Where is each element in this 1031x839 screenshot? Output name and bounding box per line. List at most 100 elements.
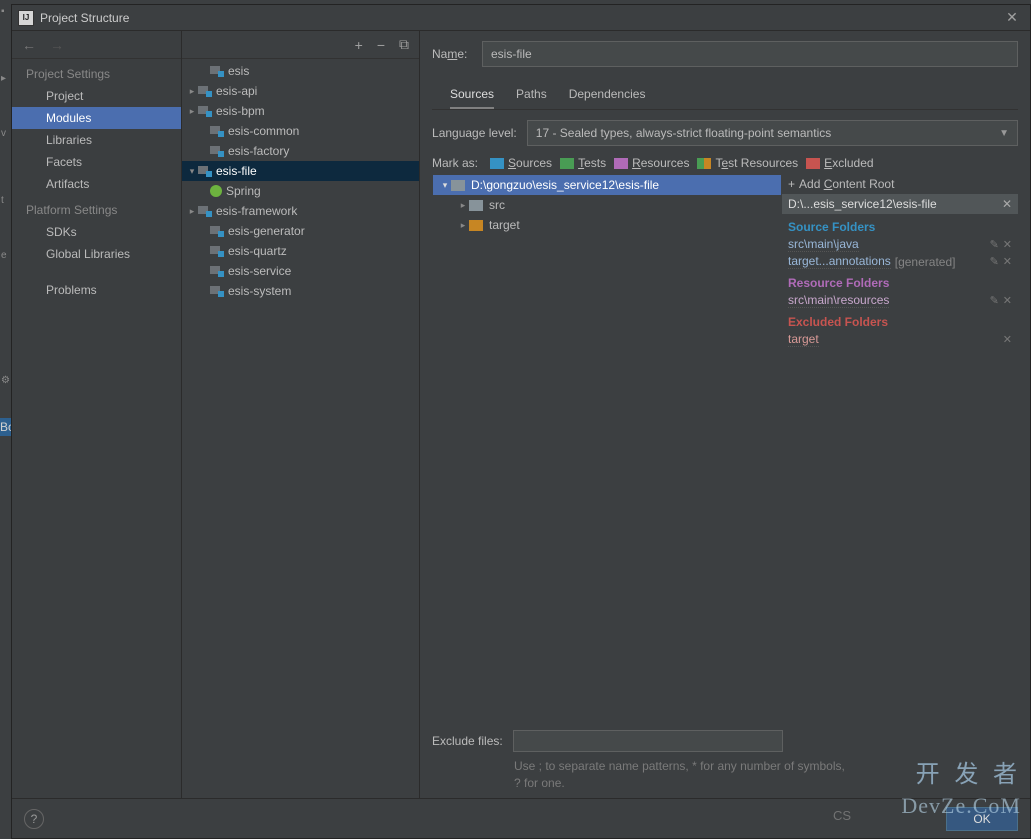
module-icon [210,265,224,277]
module-tree[interactable]: esis esis-api esis-bpm esis-common esis-… [182,59,419,798]
resources-color-icon [614,158,628,169]
module-icon [198,85,212,97]
exclude-hint: Use ; to separate name patterns, * for a… [432,758,852,798]
mark-as-label: Mark as: [432,156,478,170]
module-root[interactable]: esis [182,61,419,81]
source-folder-src[interactable]: src [433,195,781,215]
module-child-spring[interactable]: Spring [182,181,419,201]
module-item[interactable]: esis-factory [182,141,419,161]
tab-paths[interactable]: Paths [516,81,547,109]
module-icon [198,165,212,177]
source-tree[interactable]: D:\gongzuo\esis_service12\esis-file src … [432,174,782,724]
nav-global-libraries[interactable]: Global Libraries [12,243,181,265]
left-sidebar: ← → Project Settings Project Modules Lib… [12,31,182,798]
source-root-header[interactable]: D:\gongzuo\esis_service12\esis-file [433,175,781,195]
remove-icon[interactable]: ✕ [1003,238,1012,251]
remove-module-icon[interactable]: − [377,37,385,53]
mark-tests[interactable]: Tests [560,156,606,170]
nav-project[interactable]: Project [12,85,181,107]
spring-icon [210,185,222,197]
module-item[interactable]: esis-service [182,261,419,281]
tab-sources[interactable]: Sources [450,81,494,109]
source-folder-item[interactable]: target...annotations[generated]✎✕ [782,253,1018,270]
nav-artifacts[interactable]: Artifacts [12,173,181,195]
gutter-icon: v [0,126,11,141]
resource-folders-header: Resource Folders [782,270,1018,292]
module-name-input[interactable] [482,41,1018,67]
folder-icon [451,180,465,191]
resource-folder-item[interactable]: src\main\resources✎✕ [782,292,1018,309]
test-resources-color-icon [697,158,711,169]
module-icon [210,125,224,137]
mark-resources[interactable]: Resources [614,156,689,170]
language-level-select[interactable]: 17 - Sealed types, always-strict floatin… [527,120,1018,146]
nav-problems[interactable]: Problems [12,279,181,301]
module-icon [210,225,224,237]
remove-root-icon[interactable]: ✕ [1002,197,1012,211]
forward-icon: → [50,37,64,53]
source-folder-target[interactable]: target [433,215,781,235]
module-icon [210,65,224,77]
excluded-folder-item[interactable]: target✕ [782,331,1018,348]
back-icon[interactable]: ← [22,37,36,53]
module-icon [210,145,224,157]
nav-sdks[interactable]: SDKs [12,221,181,243]
dialog-footer: ? OK [12,798,1030,838]
project-structure-dialog: IJ Project Structure ✕ ← → Project Setti… [11,4,1031,839]
module-item[interactable]: esis-common [182,121,419,141]
section-project-settings: Project Settings [12,63,181,85]
nav-modules[interactable]: Modules [12,107,181,129]
ok-button[interactable]: OK [946,807,1018,831]
module-toolbar: + − ⧉ [182,31,419,59]
nav-facets[interactable]: Facets [12,151,181,173]
module-icon [198,105,212,117]
exclude-files-input[interactable] [513,730,783,752]
module-item[interactable]: esis-framework [182,201,419,221]
close-icon[interactable]: ✕ [1000,9,1024,26]
module-item[interactable]: esis-bpm [182,101,419,121]
source-folders-header: Source Folders [782,214,1018,236]
module-tabs: Sources Paths Dependencies [432,81,1018,110]
tab-dependencies[interactable]: Dependencies [569,81,646,109]
source-folder-item[interactable]: src\main\java✎✕ [782,236,1018,253]
plus-icon: + [788,177,795,191]
language-level-label: Language level: [432,126,517,140]
gutter-bookmark: Bo [0,418,11,436]
add-content-root-button[interactable]: +Add Content Root [782,174,1018,194]
content-root-path[interactable]: D:\...esis_service12\esis-file✕ [782,194,1018,214]
sources-color-icon [490,158,504,169]
gutter-icon: ▪ [0,4,11,19]
module-detail-panel: Name: Sources Paths Dependencies Languag… [420,31,1030,798]
nav-history-toolbar: ← → [12,31,181,59]
mark-excluded[interactable]: Excluded [806,156,873,170]
module-icon [198,205,212,217]
module-item[interactable]: esis-api [182,81,419,101]
dialog-title: Project Structure [40,11,129,25]
content-roots-panel: +Add Content Root D:\...esis_service12\e… [782,174,1018,724]
name-label: Name: [432,47,482,61]
edit-icon[interactable]: ✎ [990,255,999,268]
copy-module-icon[interactable]: ⧉ [399,36,409,53]
module-icon [210,245,224,257]
app-icon: IJ [18,10,34,26]
folder-icon [469,220,483,231]
mark-test-resources[interactable]: Test Resources [697,156,798,170]
edit-icon[interactable]: ✎ [990,238,999,251]
module-item[interactable]: esis-system [182,281,419,301]
module-item-selected[interactable]: esis-file [182,161,419,181]
module-item[interactable]: esis-generator [182,221,419,241]
mark-sources[interactable]: Sources [490,156,552,170]
excluded-color-icon [806,158,820,169]
remove-icon[interactable]: ✕ [1003,255,1012,268]
nav-libraries[interactable]: Libraries [12,129,181,151]
remove-icon[interactable]: ✕ [1003,294,1012,307]
module-icon [210,285,224,297]
gutter-icon: t [0,193,11,208]
help-button[interactable]: ? [24,809,44,829]
tests-color-icon [560,158,574,169]
add-module-icon[interactable]: + [355,37,363,53]
module-item[interactable]: esis-quartz [182,241,419,261]
remove-icon[interactable]: ✕ [1003,333,1012,346]
edit-icon[interactable]: ✎ [990,294,999,307]
titlebar: IJ Project Structure ✕ [12,5,1030,31]
